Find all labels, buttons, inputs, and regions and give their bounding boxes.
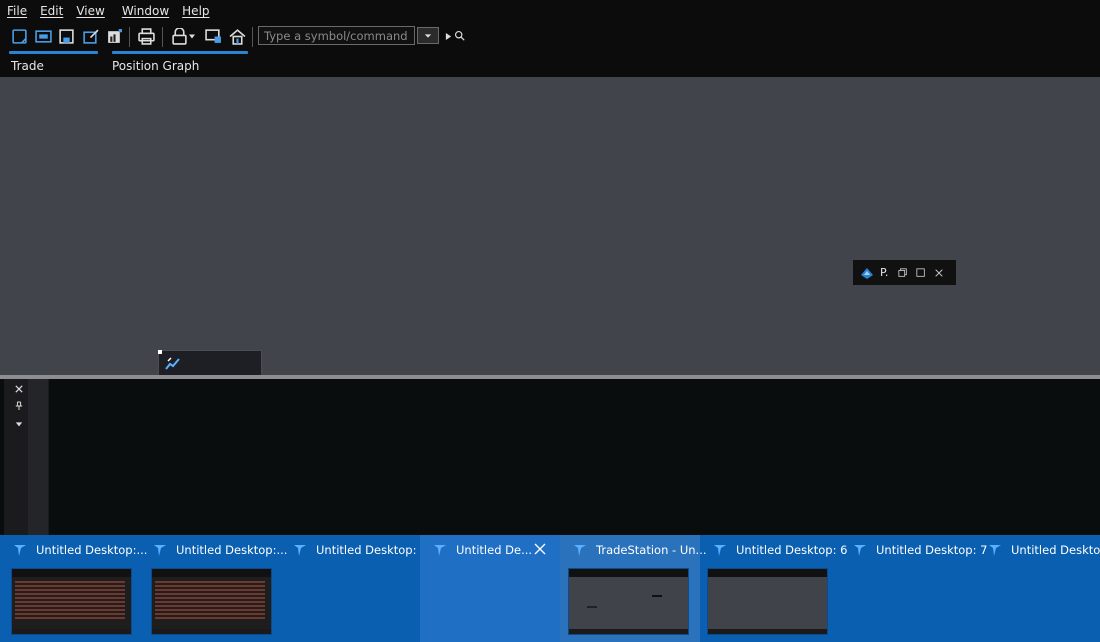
- taskbar-item[interactable]: Untitled Desktop:: [975, 535, 1100, 642]
- window-thumbnail: [11, 568, 132, 635]
- tradestation-icon: [14, 545, 26, 556]
- print-icon[interactable]: [136, 26, 156, 46]
- chevron-down-icon[interactable]: [12, 417, 26, 431]
- chart-icon[interactable]: [104, 26, 124, 46]
- tradestation-icon: [294, 545, 306, 556]
- maximize-icon[interactable]: [914, 266, 928, 280]
- menu-file[interactable]: File: [0, 0, 33, 22]
- restore-icon[interactable]: [896, 266, 910, 280]
- trade-group-indicator: [9, 51, 98, 54]
- pin-icon[interactable]: [12, 399, 26, 413]
- floating-window-bar[interactable]: P.: [853, 260, 956, 285]
- save-icon[interactable]: [56, 26, 76, 46]
- close-icon[interactable]: [532, 541, 548, 557]
- taskbar-item-title: Untitled Desktop:...: [176, 543, 288, 557]
- bottom-panel: [0, 379, 1100, 535]
- taskbar-item-title: Untitled Desktop:...: [36, 543, 148, 557]
- taskbar-item-title: Untitled De...: [456, 543, 533, 557]
- app-icon: [861, 267, 873, 279]
- taskbar-item[interactable]: Untitled Desktop: 3: [280, 535, 427, 642]
- home-icon[interactable]: [227, 26, 247, 46]
- position-graph-icon: [165, 357, 180, 370]
- new-window-icon[interactable]: [9, 26, 29, 46]
- search-icon[interactable]: [452, 28, 466, 42]
- window-thumbnail: [568, 568, 689, 635]
- tradestation-icon: [854, 545, 866, 556]
- window-thumbnail: [707, 568, 828, 635]
- open-icon[interactable]: [33, 26, 53, 46]
- edit-icon[interactable]: [80, 26, 100, 46]
- menu-bar: File Edit View Window Help: [0, 0, 1100, 22]
- tradestation-icon: [574, 545, 586, 556]
- position-graph-group-indicator: [112, 51, 248, 54]
- panel-side-strip-inner: [28, 379, 48, 535]
- tradestation-icon: [989, 545, 1001, 556]
- menu-edit[interactable]: Edit: [33, 0, 69, 22]
- taskbar-item-title: Untitled Desktop:: [1011, 543, 1100, 557]
- menu-help[interactable]: Help: [175, 0, 215, 22]
- group-label-position-graph: Position Graph: [112, 59, 200, 73]
- command-dropdown-button[interactable]: [417, 27, 439, 44]
- tradestation-icon: [154, 545, 166, 556]
- minimized-window[interactable]: [158, 350, 262, 376]
- floating-window-title: P.: [880, 266, 889, 279]
- menu-window[interactable]: Window: [115, 0, 175, 22]
- taskbar-item[interactable]: Untitled Desktop:...: [140, 535, 287, 642]
- taskbar-item[interactable]: Untitled Desktop: 6: [700, 535, 847, 642]
- symbol-command-input[interactable]: [258, 26, 415, 45]
- taskbar-item-title: Untitled Desktop: 6: [736, 543, 848, 557]
- group-label-trade: Trade: [11, 59, 44, 73]
- taskbar-previews: Untitled Desktop:... Untitled Desktop:..…: [0, 535, 1100, 642]
- toolbar-group-labels: Trade Position Graph: [0, 56, 1100, 77]
- close-icon[interactable]: [12, 382, 26, 396]
- monitor-icon[interactable]: [203, 26, 223, 46]
- taskbar-item[interactable]: Untitled Desktop:...: [0, 535, 147, 642]
- resize-handle[interactable]: [158, 350, 162, 354]
- window-thumbnail: [151, 568, 272, 635]
- menu-view[interactable]: View: [69, 0, 110, 22]
- tradestation-icon: [714, 545, 726, 556]
- taskbar-item-title: Untitled Desktop: 3: [316, 543, 428, 557]
- taskbar-item[interactable]: Untitled De...: [420, 535, 560, 642]
- chevron-down-icon[interactable]: [187, 26, 197, 46]
- taskbar-item-title: Untitled Desktop: 7: [876, 543, 988, 557]
- toolbar: [0, 22, 1100, 56]
- chevron-down-icon: [424, 33, 432, 38]
- taskbar-item-active[interactable]: TradeStation - Un...: [560, 535, 707, 642]
- workspace-area[interactable]: [0, 77, 1100, 376]
- taskbar-item[interactable]: Untitled Desktop: 7: [840, 535, 987, 642]
- lock-icon[interactable]: [169, 26, 189, 46]
- close-icon[interactable]: [932, 266, 946, 280]
- tradestation-icon: [434, 545, 446, 556]
- taskbar-item-title: TradeStation - Un...: [596, 543, 707, 557]
